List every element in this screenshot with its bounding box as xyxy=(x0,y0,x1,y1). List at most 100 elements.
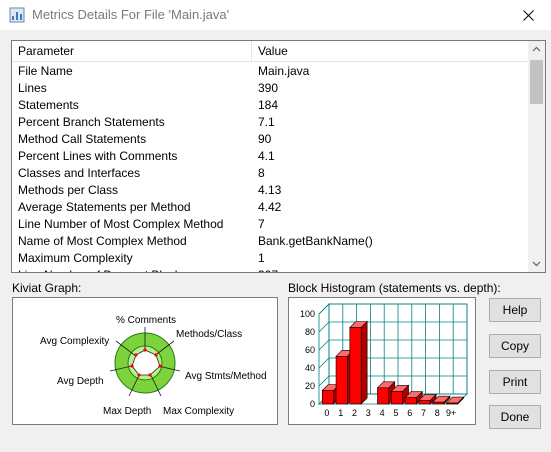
parameter-cell: Maximum Complexity xyxy=(18,251,133,265)
parameter-cell: Percent Branch Statements xyxy=(18,115,165,129)
histogram-x-tick-label: 6 xyxy=(407,408,412,418)
value-cell: 90 xyxy=(258,132,272,146)
print-button[interactable]: Print xyxy=(489,370,541,394)
close-icon xyxy=(523,10,534,21)
kiviat-axis-label-max-complexity: Max Complexity xyxy=(163,406,234,417)
list-rows: File Name Main.java Lines 390 Statements 184 P… xyxy=(12,63,528,272)
histogram-x-tick-label: 5 xyxy=(393,408,398,418)
kiviat-axis-label-methods-class: Methods/Class xyxy=(176,329,242,340)
table-row[interactable]: Maximum Complexity 1 xyxy=(12,250,528,267)
histogram-x-tick-label: 8 xyxy=(435,408,440,418)
value-cell: Main.java xyxy=(258,64,310,78)
kiviat-point xyxy=(143,348,147,352)
histogram-y-tick-label: 100 xyxy=(300,309,315,319)
close-button[interactable] xyxy=(505,0,551,30)
scroll-up-button[interactable] xyxy=(528,41,545,58)
scrollbar-thumb[interactable] xyxy=(530,60,543,104)
table-row[interactable]: Line Number of Most Complex Method 7 xyxy=(12,216,528,233)
table-row[interactable]: Percent Lines with Comments 4.1 xyxy=(12,148,528,165)
histogram-x-tick-label: 1 xyxy=(338,408,343,418)
parameter-cell: Line Number of Most Complex Method xyxy=(18,217,224,231)
table-row[interactable]: Classes and Interfaces 8 xyxy=(12,165,528,182)
chevron-down-icon xyxy=(532,261,541,267)
metrics-details-window: Metrics Details For File 'Main.java' Par… xyxy=(0,0,551,452)
histogram-panel: 100 80 60 40 20 0 0 1 2 3 4 5 6 7 8 9+ xyxy=(288,297,476,425)
parameter-cell: Percent Lines with Comments xyxy=(18,149,178,163)
help-button[interactable]: Help xyxy=(489,298,541,322)
kiviat-point xyxy=(148,373,152,377)
app-icon xyxy=(9,7,25,23)
column-header-parameter[interactable]: Parameter xyxy=(12,41,252,61)
value-cell: 7.1 xyxy=(258,115,275,129)
table-row[interactable]: Lines 390 xyxy=(12,80,528,97)
column-header-value[interactable]: Value xyxy=(252,41,528,61)
table-row[interactable]: Name of Most Complex Method Bank.getBankN… xyxy=(12,233,528,250)
chevron-up-icon xyxy=(532,46,541,52)
histogram-bar xyxy=(335,355,348,405)
kiviat-graph: % Comments Methods/Class Avg Stmts/Metho… xyxy=(40,315,267,417)
parameter-cell: Name of Most Complex Method xyxy=(18,234,187,248)
kiviat-point xyxy=(137,373,141,377)
parameter-cell: File Name xyxy=(18,64,73,78)
value-cell: 4.1 xyxy=(258,149,275,163)
metrics-list[interactable]: Parameter Value File Name Main.java Lines 3… xyxy=(11,40,546,273)
kiviat-point xyxy=(130,364,134,368)
histogram-bar xyxy=(377,387,390,405)
table-row[interactable]: Statements 184 xyxy=(12,97,528,114)
parameter-cell: Classes and Interfaces xyxy=(18,166,141,180)
value-cell: 1 xyxy=(258,251,265,265)
histogram-y-tick-label: 80 xyxy=(305,327,315,337)
histogram-bar xyxy=(432,401,445,405)
value-cell: 184 xyxy=(258,98,279,112)
histogram-y-tick-label: 40 xyxy=(305,363,315,373)
histogram-x-tick-label: 2 xyxy=(352,408,357,418)
histogram-bar xyxy=(321,390,334,405)
histogram-bar xyxy=(349,327,362,405)
histogram-bar xyxy=(418,400,431,405)
parameter-cell: Method Call Statements xyxy=(18,132,147,146)
value-cell: 4.13 xyxy=(258,183,282,197)
kiviat-axis-label-avg-stmts: Avg Stmts/Method xyxy=(185,371,267,382)
histogram-x-tick-label: 9+ xyxy=(446,408,456,418)
parameter-cell: Methods per Class xyxy=(18,183,119,197)
histogram-x-tick-label: 7 xyxy=(421,408,426,418)
parameter-cell: Average Statements per Method xyxy=(18,200,191,214)
histogram-x-tick-label: 0 xyxy=(324,408,329,418)
done-button[interactable]: Done xyxy=(489,405,541,429)
histogram-x-tick-label: 4 xyxy=(380,408,385,418)
block-histogram-label: Block Histogram (statements vs. depth): xyxy=(288,281,501,295)
value-cell: 307 xyxy=(258,267,278,272)
table-row[interactable]: Methods per Class 4.13 xyxy=(12,182,528,199)
copy-button[interactable]: Copy xyxy=(489,334,541,358)
kiviat-point xyxy=(154,353,158,357)
parameter-cell: Line Number of Deepest Block xyxy=(18,267,181,272)
window-title: Metrics Details For File 'Main.java' xyxy=(32,7,230,22)
kiviat-graph-panel: % Comments Methods/Class Avg Stmts/Metho… xyxy=(12,297,278,425)
kiviat-axis-label-avg-depth: Avg Depth xyxy=(57,376,104,387)
table-row[interactable]: Percent Branch Statements 7.1 xyxy=(12,114,528,131)
kiviat-axis-label-comments: % Comments xyxy=(116,315,176,326)
kiviat-graph-label: Kiviat Graph: xyxy=(12,281,82,295)
histogram-x-tick-label: 3 xyxy=(366,408,371,418)
vertical-scrollbar[interactable] xyxy=(528,41,545,272)
kiviat-point xyxy=(134,353,138,357)
kiviat-point xyxy=(158,364,162,368)
table-row[interactable]: Line Number of Deepest Block 307 xyxy=(12,267,528,272)
table-row[interactable]: Average Statements per Method 4.42 xyxy=(12,199,528,216)
histogram-bar xyxy=(404,397,417,405)
histogram-y-tick-label: 0 xyxy=(310,399,315,409)
block-histogram-chart: 1008060402000 1 2 3 4 5 6 7 8 9+ xyxy=(300,303,468,418)
histogram-y-tick-label: 20 xyxy=(305,381,315,391)
value-cell: 8 xyxy=(258,166,265,180)
kiviat-axis-label-avg-complexity: Avg Complexity xyxy=(40,336,109,347)
table-row[interactable]: File Name Main.java xyxy=(12,63,528,80)
value-cell: Bank.getBankName() xyxy=(258,234,373,248)
scroll-down-button[interactable] xyxy=(528,255,545,272)
histogram-bar xyxy=(446,402,459,405)
kiviat-axis-label-max-depth: Max Depth xyxy=(103,406,151,417)
table-row[interactable]: Method Call Statements 90 xyxy=(12,131,528,148)
list-header: Parameter Value xyxy=(12,41,528,62)
title-bar: Metrics Details For File 'Main.java' xyxy=(0,0,551,30)
histogram-bar-side xyxy=(360,320,368,405)
parameter-cell: Lines xyxy=(18,81,47,95)
